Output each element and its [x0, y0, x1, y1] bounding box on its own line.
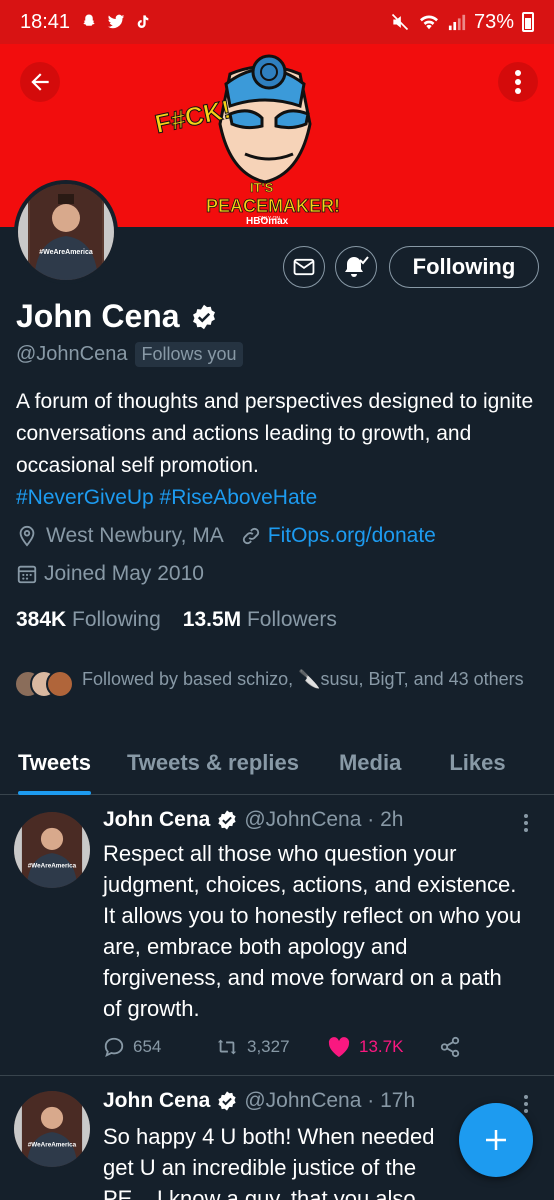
profile-tabs: Tweets Tweets & replies Media Likes	[0, 740, 554, 795]
tweet-text: So happy 4 U both! When needed get U an …	[103, 1124, 435, 1200]
signal-icon	[448, 14, 466, 31]
banner-title-text: PEACEMAKER!	[206, 196, 340, 216]
tweet-actions: 654 3,327 13.7K	[103, 1036, 461, 1058]
tweet-avatar-caption: #WeAreAmerica	[28, 862, 77, 869]
tab-tweets[interactable]: Tweets	[18, 740, 91, 795]
tweet-avatar-image: #WeAreAmerica	[14, 812, 90, 888]
heart-filled-icon	[328, 1037, 350, 1057]
followers-count-link[interactable]: 13.5M Followers	[183, 608, 337, 632]
wifi-icon	[419, 15, 438, 30]
profile-avatar-image: #WeAreAmerica	[18, 184, 114, 280]
back-button[interactable]	[20, 62, 60, 102]
retweet-icon	[217, 1039, 237, 1055]
notification-icons	[80, 13, 150, 31]
profile-bio: A forum of thoughts and perspectives des…	[16, 386, 536, 514]
tab-tweets-replies[interactable]: Tweets & replies	[127, 740, 299, 794]
share-icon	[440, 1036, 460, 1058]
tiktok-icon	[137, 15, 149, 28]
profile-joined-row: Joined May 2010	[16, 562, 204, 586]
following-count: 384K	[16, 608, 67, 631]
followers-label: Followers	[246, 608, 337, 631]
reply-button[interactable]: 654	[103, 1036, 215, 1058]
like-button[interactable]: 13.7K	[327, 1036, 439, 1058]
tweet-avatar-caption: #WeAreAmerica	[28, 1141, 77, 1148]
following-button[interactable]: Following	[389, 246, 539, 288]
tab-likes[interactable]: Likes	[449, 740, 505, 794]
status-bar: 18:41 73%	[0, 0, 554, 44]
profile-joined: Joined May 2010	[44, 562, 204, 585]
tweet-handle-time: @JohnCena · 17h	[244, 1089, 416, 1112]
more-vertical-icon	[524, 1095, 528, 1113]
tab-media[interactable]: Media	[339, 740, 401, 794]
reply-count: 654	[133, 1037, 162, 1056]
profile-handle-row: @JohnCena Follows you	[16, 342, 243, 367]
tweet[interactable]: #WeAreAmerica John Cena @JohnCena · 2h R…	[0, 796, 554, 1076]
following-count-link[interactable]: 384K Following	[16, 608, 161, 632]
share-button[interactable]	[439, 1036, 461, 1058]
calendar-icon	[17, 565, 37, 584]
tweet-header: John Cena @JohnCena · 17h	[103, 1089, 415, 1113]
bio-text: A forum of thoughts and perspectives des…	[16, 390, 534, 477]
tweet-avatar-image: #WeAreAmerica	[14, 1091, 90, 1167]
twitter-icon	[107, 14, 125, 29]
notifications-button[interactable]	[335, 246, 377, 288]
followed-by-avatars	[14, 666, 78, 702]
location-pin-icon	[19, 525, 35, 547]
followed-by-row[interactable]: Followed by based schizo, 🔪susu, BigT, a…	[14, 666, 532, 702]
verified-badge-icon	[192, 304, 215, 329]
profile-website-link[interactable]: FitOps.org/donate	[268, 524, 436, 548]
plus-icon	[486, 1130, 506, 1150]
more-options-button[interactable]	[498, 62, 538, 102]
battery-icon	[522, 12, 534, 32]
link-icon	[242, 527, 259, 545]
more-vertical-icon	[524, 814, 528, 832]
message-button[interactable]	[283, 246, 325, 288]
tweet-author-name[interactable]: John Cena	[103, 1089, 210, 1113]
bell-check-icon	[345, 256, 369, 277]
banner-brand-text: HBOmax	[246, 216, 289, 224]
tweet-author-name[interactable]: John Cena	[103, 808, 210, 832]
mail-icon	[293, 258, 315, 276]
tweet-more-button[interactable]	[516, 810, 536, 836]
follower-avatar	[46, 670, 74, 698]
following-label: Following	[72, 608, 161, 631]
status-time: 18:41	[20, 10, 71, 33]
profile-name-row: John Cena	[16, 298, 218, 335]
avatar-caption: #WeAreAmerica	[39, 249, 93, 256]
profile-avatar[interactable]: #WeAreAmerica	[14, 180, 118, 284]
arrow-left-icon	[31, 73, 49, 91]
followed-by-text: Followed by based schizo, 🔪susu, BigT, a…	[82, 669, 524, 689]
banner-its-text: IT'S	[250, 180, 274, 195]
retweet-button[interactable]: 3,327	[215, 1036, 327, 1058]
mute-icon	[391, 13, 409, 31]
profile-handle: @JohnCena	[16, 343, 128, 365]
followers-count: 13.5M	[182, 608, 242, 631]
bio-hashtags[interactable]: #NeverGiveUp #RiseAboveHate	[16, 486, 317, 509]
snapchat-icon	[83, 14, 95, 26]
retweet-count: 3,327	[247, 1037, 290, 1056]
tweet-text: Respect all those who question your judg…	[103, 841, 522, 1021]
profile-name: John Cena	[16, 298, 180, 334]
tweet-avatar[interactable]: #WeAreAmerica	[14, 812, 90, 888]
reply-icon	[104, 1037, 124, 1057]
tweet-header: John Cena @JohnCena · 2h	[103, 808, 403, 832]
compose-tweet-button[interactable]	[459, 1103, 533, 1177]
profile-meta-row: West Newbury, MA FitOps.org/donate	[16, 524, 436, 548]
like-count: 13.7K	[359, 1037, 404, 1056]
follows-you-badge: Follows you	[135, 342, 243, 367]
more-vertical-icon	[515, 70, 521, 94]
battery-percent: 73%	[473, 10, 514, 33]
tweet-handle-time: @JohnCena · 2h	[244, 808, 404, 831]
profile-location: West Newbury, MA	[46, 524, 224, 547]
follow-counts: 384K Following 13.5M Followers	[16, 608, 337, 632]
verified-badge-icon	[218, 810, 236, 830]
tweet-avatar[interactable]: #WeAreAmerica	[14, 1091, 90, 1167]
peacemaker-artwork: F#CK! IT'S PEACEMAKER! ONLY ON HBOmax	[152, 54, 340, 224]
verified-badge-icon	[218, 1091, 236, 1111]
